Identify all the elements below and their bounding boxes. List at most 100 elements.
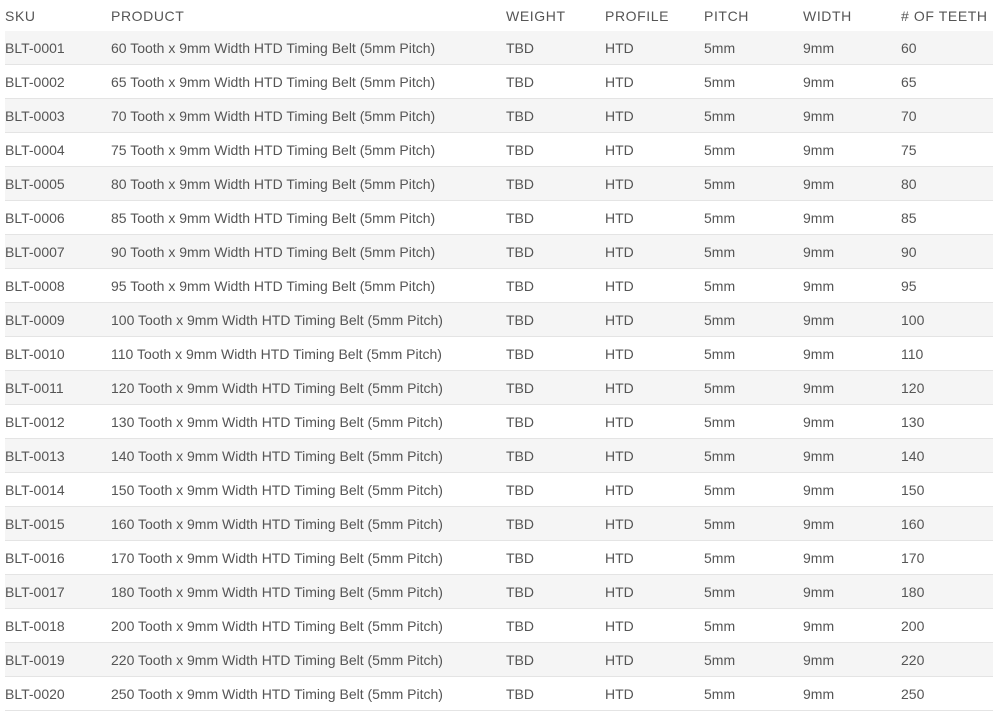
- cell-pitch: 5mm: [704, 438, 803, 473]
- cell-product[interactable]: 90 Tooth x 9mm Width HTD Timing Belt (5m…: [111, 234, 506, 269]
- cell-sku: BLT-0018: [5, 608, 111, 643]
- cell-profile: HTD: [605, 370, 704, 405]
- cell-weight: TBD: [506, 642, 605, 677]
- cell-weight: TBD: [506, 234, 605, 269]
- cell-width: 9mm: [803, 574, 901, 609]
- cell-product[interactable]: 220 Tooth x 9mm Width HTD Timing Belt (5…: [111, 642, 506, 677]
- cell-width: 9mm: [803, 302, 901, 337]
- cell-product[interactable]: 95 Tooth x 9mm Width HTD Timing Belt (5m…: [111, 268, 506, 303]
- table-body: BLT-0001 60 Tooth x 9mm Width HTD Timing …: [5, 31, 993, 711]
- table-row: BLT-0011 120 Tooth x 9mm Width HTD Timing…: [5, 370, 993, 405]
- cell-product[interactable]: 200 Tooth x 9mm Width HTD Timing Belt (5…: [111, 608, 506, 643]
- table-header: SKU PRODUCT WEIGHT PROFILE PITCH WIDTH #…: [5, 0, 993, 31]
- header-width[interactable]: WIDTH: [803, 0, 901, 31]
- cell-product[interactable]: 80 Tooth x 9mm Width HTD Timing Belt (5m…: [111, 166, 506, 201]
- cell-product[interactable]: 70 Tooth x 9mm Width HTD Timing Belt (5m…: [111, 98, 506, 133]
- cell-teeth: 250: [901, 676, 993, 711]
- header-weight[interactable]: WEIGHT: [506, 0, 605, 31]
- cell-sku: BLT-0015: [5, 506, 111, 541]
- cell-product[interactable]: 160 Tooth x 9mm Width HTD Timing Belt (5…: [111, 506, 506, 541]
- cell-pitch: 5mm: [704, 540, 803, 575]
- cell-teeth: 60: [901, 31, 993, 65]
- cell-width: 9mm: [803, 98, 901, 133]
- cell-pitch: 5mm: [704, 676, 803, 711]
- cell-width: 9mm: [803, 31, 901, 65]
- header-sku[interactable]: SKU: [5, 0, 111, 31]
- cell-weight: TBD: [506, 608, 605, 643]
- header-product[interactable]: PRODUCT: [111, 0, 506, 31]
- cell-sku: BLT-0008: [5, 268, 111, 303]
- cell-profile: HTD: [605, 234, 704, 269]
- cell-pitch: 5mm: [704, 370, 803, 405]
- cell-teeth: 200: [901, 608, 993, 643]
- header-teeth[interactable]: # OF TEETH: [901, 0, 993, 31]
- cell-width: 9mm: [803, 608, 901, 643]
- cell-product[interactable]: 75 Tooth x 9mm Width HTD Timing Belt (5m…: [111, 132, 506, 167]
- cell-width: 9mm: [803, 642, 901, 677]
- cell-product[interactable]: 110 Tooth x 9mm Width HTD Timing Belt (5…: [111, 336, 506, 371]
- table-row: BLT-0002 65 Tooth x 9mm Width HTD Timing …: [5, 64, 993, 99]
- cell-sku: BLT-0020: [5, 676, 111, 711]
- cell-teeth: 90: [901, 234, 993, 269]
- cell-pitch: 5mm: [704, 200, 803, 235]
- table-row: BLT-0015 160 Tooth x 9mm Width HTD Timing…: [5, 506, 993, 541]
- table-row: BLT-0019 220 Tooth x 9mm Width HTD Timing…: [5, 642, 993, 677]
- cell-product[interactable]: 140 Tooth x 9mm Width HTD Timing Belt (5…: [111, 438, 506, 473]
- cell-product[interactable]: 250 Tooth x 9mm Width HTD Timing Belt (5…: [111, 676, 506, 711]
- cell-sku: BLT-0001: [5, 31, 111, 65]
- cell-width: 9mm: [803, 166, 901, 201]
- table-row: BLT-0005 80 Tooth x 9mm Width HTD Timing …: [5, 166, 993, 201]
- table-row: BLT-0001 60 Tooth x 9mm Width HTD Timing …: [5, 31, 993, 65]
- cell-weight: TBD: [506, 370, 605, 405]
- header-pitch[interactable]: PITCH: [704, 0, 803, 31]
- cell-weight: TBD: [506, 472, 605, 507]
- cell-product[interactable]: 60 Tooth x 9mm Width HTD Timing Belt (5m…: [111, 31, 506, 65]
- cell-teeth: 85: [901, 200, 993, 235]
- cell-product[interactable]: 65 Tooth x 9mm Width HTD Timing Belt (5m…: [111, 64, 506, 99]
- cell-sku: BLT-0017: [5, 574, 111, 609]
- cell-teeth: 100: [901, 302, 993, 337]
- cell-profile: HTD: [605, 132, 704, 167]
- cell-profile: HTD: [605, 642, 704, 677]
- cell-teeth: 130: [901, 404, 993, 439]
- cell-weight: TBD: [506, 31, 605, 65]
- cell-teeth: 110: [901, 336, 993, 371]
- cell-teeth: 170: [901, 540, 993, 575]
- cell-product[interactable]: 150 Tooth x 9mm Width HTD Timing Belt (5…: [111, 472, 506, 507]
- cell-profile: HTD: [605, 268, 704, 303]
- table-row: BLT-0020 250 Tooth x 9mm Width HTD Timing…: [5, 676, 993, 711]
- cell-pitch: 5mm: [704, 31, 803, 65]
- table-row: BLT-0008 95 Tooth x 9mm Width HTD Timing …: [5, 268, 993, 303]
- cell-product[interactable]: 180 Tooth x 9mm Width HTD Timing Belt (5…: [111, 574, 506, 609]
- cell-product[interactable]: 120 Tooth x 9mm Width HTD Timing Belt (5…: [111, 370, 506, 405]
- cell-weight: TBD: [506, 200, 605, 235]
- cell-weight: TBD: [506, 64, 605, 99]
- cell-product[interactable]: 85 Tooth x 9mm Width HTD Timing Belt (5m…: [111, 200, 506, 235]
- cell-profile: HTD: [605, 472, 704, 507]
- cell-profile: HTD: [605, 336, 704, 371]
- cell-weight: TBD: [506, 336, 605, 371]
- cell-sku: BLT-0019: [5, 642, 111, 677]
- cell-teeth: 75: [901, 132, 993, 167]
- cell-pitch: 5mm: [704, 268, 803, 303]
- cell-sku: BLT-0016: [5, 540, 111, 575]
- cell-profile: HTD: [605, 574, 704, 609]
- cell-width: 9mm: [803, 132, 901, 167]
- cell-sku: BLT-0014: [5, 472, 111, 507]
- cell-product[interactable]: 100 Tooth x 9mm Width HTD Timing Belt (5…: [111, 302, 506, 337]
- header-row: SKU PRODUCT WEIGHT PROFILE PITCH WIDTH #…: [5, 0, 993, 31]
- cell-product[interactable]: 130 Tooth x 9mm Width HTD Timing Belt (5…: [111, 404, 506, 439]
- header-profile[interactable]: PROFILE: [605, 0, 704, 31]
- cell-teeth: 80: [901, 166, 993, 201]
- cell-width: 9mm: [803, 268, 901, 303]
- cell-product[interactable]: 170 Tooth x 9mm Width HTD Timing Belt (5…: [111, 540, 506, 575]
- cell-sku: BLT-0012: [5, 404, 111, 439]
- cell-teeth: 150: [901, 472, 993, 507]
- cell-profile: HTD: [605, 676, 704, 711]
- cell-teeth: 70: [901, 98, 993, 133]
- cell-sku: BLT-0002: [5, 64, 111, 99]
- cell-pitch: 5mm: [704, 506, 803, 541]
- cell-teeth: 160: [901, 506, 993, 541]
- table-row: BLT-0014 150 Tooth x 9mm Width HTD Timing…: [5, 472, 993, 507]
- cell-weight: TBD: [506, 268, 605, 303]
